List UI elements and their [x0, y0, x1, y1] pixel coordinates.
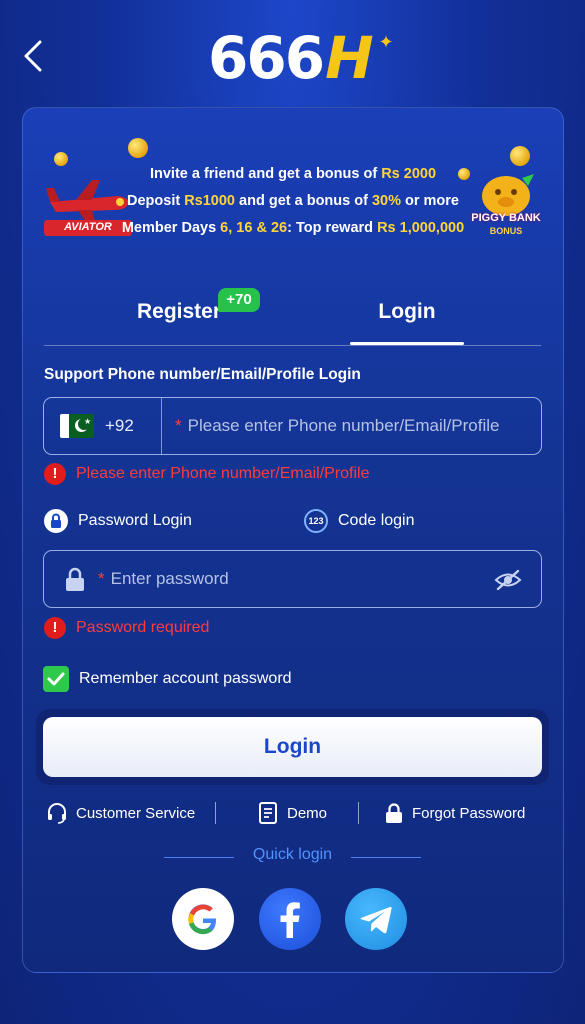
promo-highlight: Rs 1,000,000 — [377, 220, 465, 236]
divider-line — [351, 857, 421, 858]
promo-text: Member Days — [121, 220, 221, 236]
promo-highlight: Rs 2000 — [381, 166, 437, 182]
promo-highlight: 30% — [371, 193, 401, 209]
piggy-label: PIGGY BANK — [471, 212, 541, 224]
phone-error: ! Please enter Phone number/Email/Profil… — [44, 463, 370, 485]
required-mark: * — [175, 416, 182, 435]
tab-register-label: Register — [136, 300, 222, 323]
logo-accent: H — [325, 24, 374, 92]
promo-text: and get a bonus of — [235, 193, 372, 209]
google-login-button[interactable] — [172, 888, 234, 950]
promo-banner[interactable]: AVIATOR Invite a friend and get a bonus … — [22, 130, 564, 250]
tab-register[interactable]: Register +70 — [104, 288, 260, 324]
back-button[interactable] — [18, 36, 50, 76]
required-mark: * — [98, 569, 105, 588]
headset-icon — [48, 803, 66, 824]
phone-field[interactable]: ★ +92 * Please enter Phone number/Email/P… — [43, 397, 542, 455]
tab-login-label: Login — [378, 300, 436, 323]
coin-icon — [54, 152, 68, 166]
demo-link[interactable]: Demo — [258, 802, 327, 824]
section-label: Support Phone number/Email/Profile Login — [44, 366, 361, 383]
customer-service-label: Customer Service — [76, 804, 196, 822]
quick-login-header: Quick login — [164, 846, 421, 868]
telegram-login-button[interactable] — [345, 888, 407, 950]
top-bar: 666 H ✦ — [0, 0, 585, 108]
demo-label: Demo — [287, 804, 328, 822]
error-icon: ! — [44, 463, 66, 485]
promo-text: Invite a friend and get a bonus of — [149, 166, 382, 182]
register-bonus-badge: +70 — [218, 288, 260, 312]
customer-service-link[interactable]: Customer Service — [46, 802, 195, 824]
sparkle-icon: ✦ — [378, 32, 394, 52]
code-icon: 123 — [304, 509, 328, 533]
phone-placeholder: Please enter Phone number/Email/Profile — [187, 416, 500, 435]
telegram-icon — [360, 906, 392, 934]
tab-divider — [44, 345, 541, 346]
piggy-bank-graphic: PIGGY BANK BONUS — [460, 146, 552, 246]
password-error-text: Password required — [76, 619, 210, 636]
brand-logo: 666 H ✦ — [208, 24, 394, 92]
code-login-label: Code login — [338, 512, 415, 529]
tab-login[interactable]: Login — [350, 300, 464, 324]
remember-password-checkbox[interactable]: Remember account password — [43, 666, 292, 692]
lock-icon — [386, 803, 402, 823]
quick-login-label: Quick login — [252, 846, 333, 863]
forgot-password-label: Forgot Password — [412, 804, 526, 822]
link-separator — [215, 802, 216, 824]
code-login-option[interactable]: 123 Code login — [304, 509, 415, 533]
footer-links: Customer Service Demo Forgot Password — [44, 800, 541, 828]
promo-highlight: 6, 16 & 26 — [220, 220, 288, 236]
facebook-icon — [280, 902, 300, 938]
coin-icon — [128, 138, 148, 158]
password-error: ! Password required — [44, 617, 209, 639]
pakistan-flag-icon: ★ — [60, 414, 94, 438]
promo-text: or more — [400, 193, 459, 209]
password-login-option[interactable]: Password Login — [44, 509, 192, 533]
active-tab-indicator — [350, 342, 464, 345]
remember-label: Remember account password — [79, 670, 292, 687]
password-input[interactable]: * Enter password — [98, 569, 229, 589]
promo-text: : Top reward — [287, 220, 378, 236]
piggy-sub-label: BONUS — [489, 226, 523, 236]
chevron-left-icon — [24, 40, 42, 72]
document-icon — [259, 802, 277, 824]
promo-text: Deposit — [127, 193, 185, 209]
lock-icon — [66, 567, 84, 591]
logo-number: 666 — [208, 24, 325, 92]
checkbox-checked-icon[interactable] — [43, 666, 69, 692]
promo-highlight: Rs1000 — [184, 193, 235, 209]
eye-off-icon[interactable] — [494, 569, 522, 591]
phone-input[interactable]: * Please enter Phone number/Email/Profile — [175, 416, 499, 436]
password-placeholder: Enter password — [110, 569, 229, 588]
google-icon — [188, 904, 217, 935]
auth-tabs: Register +70 Login — [44, 288, 541, 346]
field-divider — [161, 398, 162, 454]
password-field[interactable]: * Enter password — [43, 550, 542, 608]
country-code: +92 — [105, 416, 134, 435]
link-separator — [358, 802, 359, 824]
phone-error-text: Please enter Phone number/Email/Profile — [76, 465, 370, 482]
forgot-password-link[interactable]: Forgot Password — [384, 802, 525, 824]
lock-icon — [44, 509, 68, 533]
login-button[interactable]: Login — [43, 717, 542, 777]
facebook-login-button[interactable] — [259, 888, 321, 950]
password-login-label: Password Login — [78, 512, 192, 529]
error-icon: ! — [44, 617, 66, 639]
